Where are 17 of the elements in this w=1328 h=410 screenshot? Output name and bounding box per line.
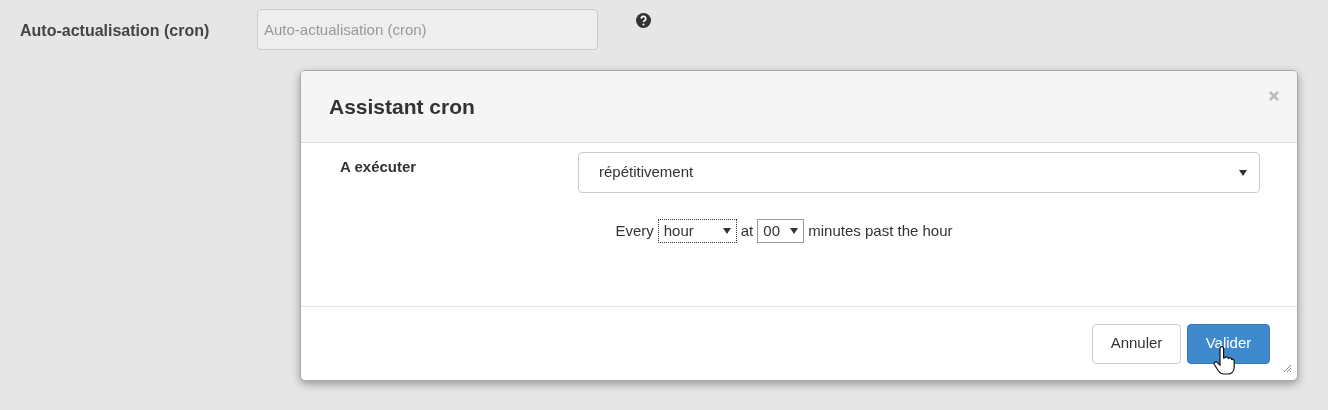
field-label: Auto-actualisation (cron): [20, 21, 211, 41]
schedule-text: minutes past the hour: [808, 220, 953, 241]
hand-cursor-icon: [1213, 346, 1235, 376]
row-label: A exécuter: [340, 157, 418, 177]
dialog-title: Assistant cron: [329, 93, 475, 120]
cancel-button[interactable]: Annuler: [1092, 323, 1181, 364]
caret-icon: [1239, 169, 1247, 176]
help-icon[interactable]: [636, 13, 651, 28]
unit-select[interactable]: hour: [657, 219, 737, 243]
schedule-text: at: [740, 220, 754, 241]
caret-icon: [722, 228, 731, 234]
input-field[interactable]: Auto-actualisation (cron): [257, 9, 598, 50]
resize-grip-icon: [1283, 364, 1292, 373]
minute-select[interactable]: 00: [757, 219, 805, 243]
caret-icon: [790, 228, 799, 234]
schedule-text: Every: [615, 220, 654, 241]
mode-select[interactable]: répétitivement: [578, 152, 1260, 193]
